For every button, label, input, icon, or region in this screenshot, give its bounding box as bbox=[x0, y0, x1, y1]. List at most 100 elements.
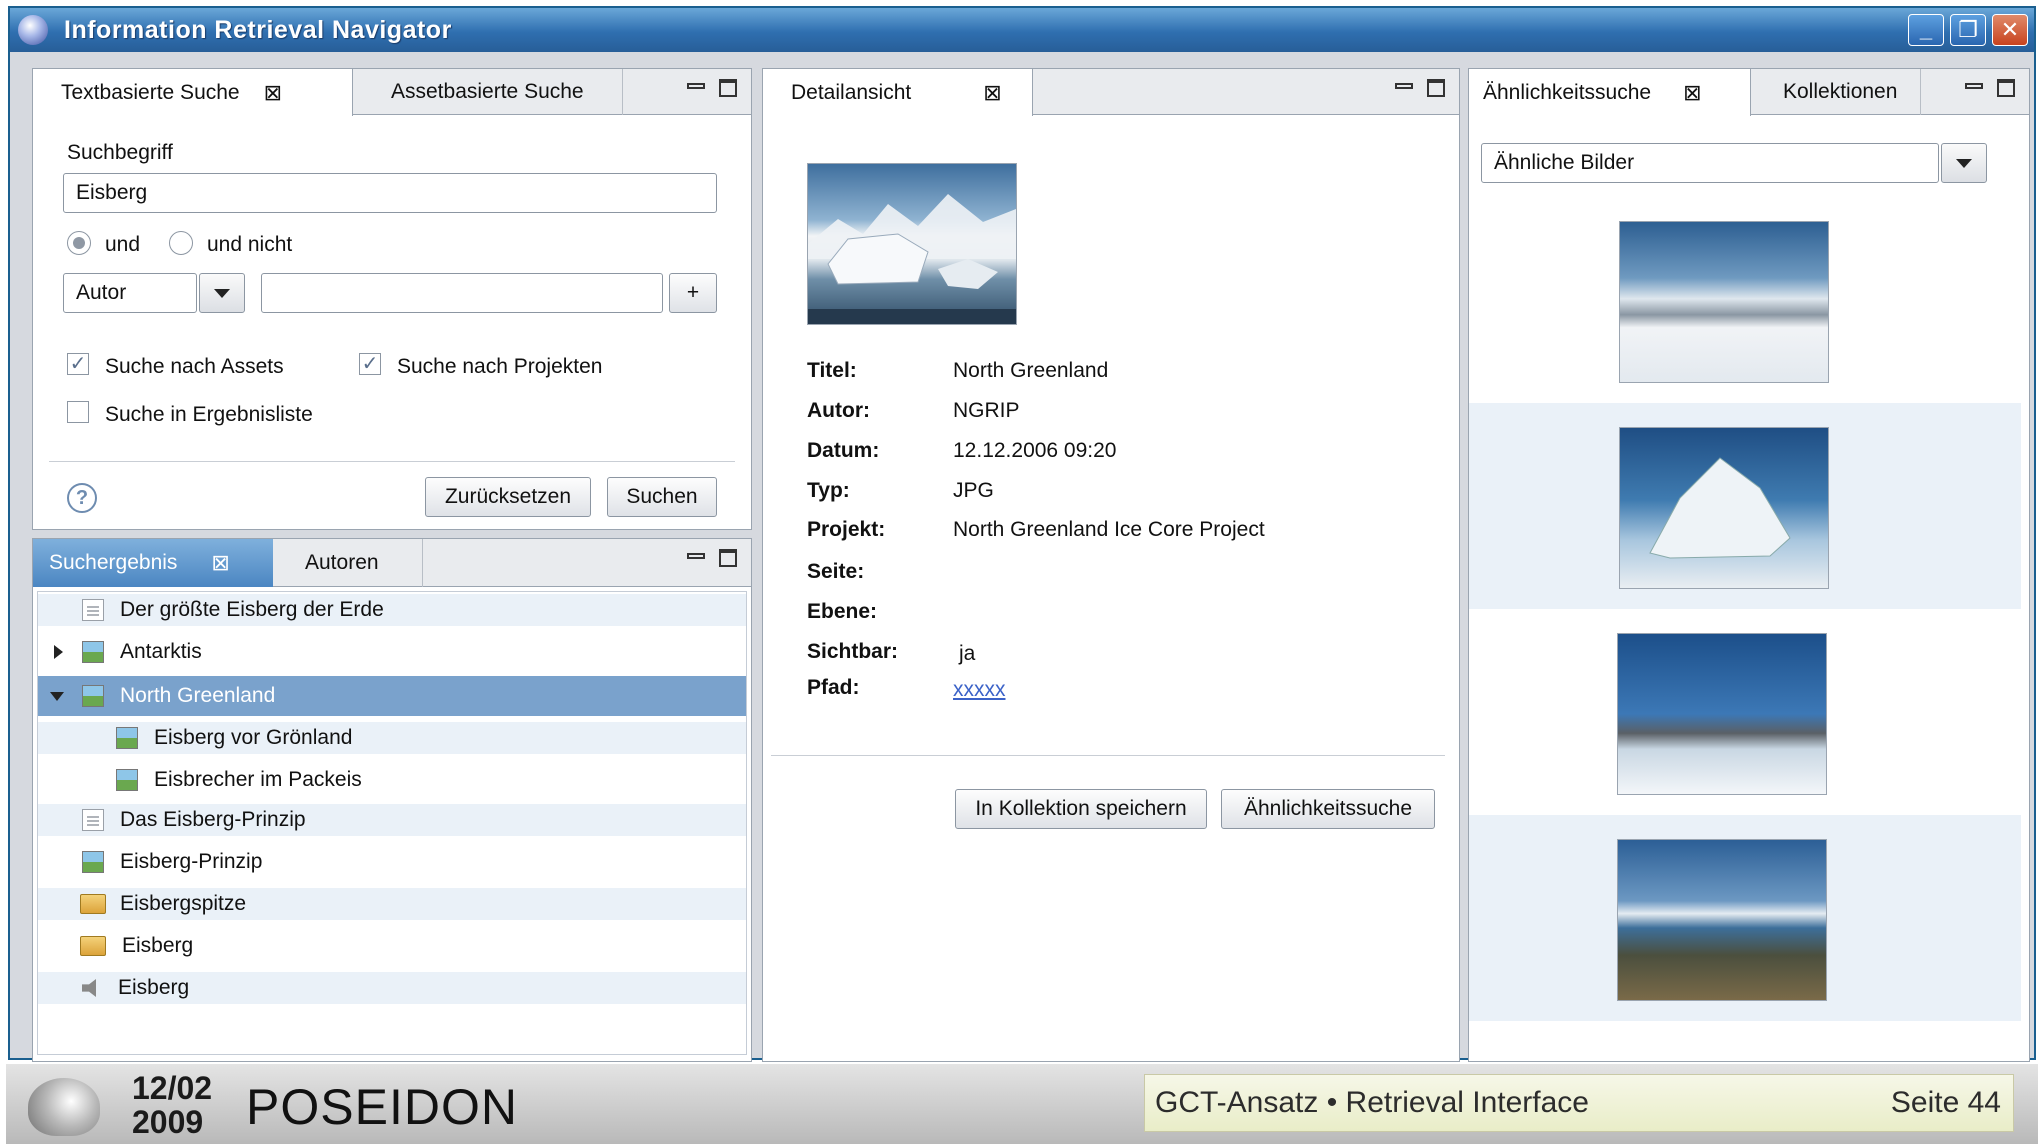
similar-image-3[interactable] bbox=[1617, 633, 1827, 795]
preview-image bbox=[807, 163, 1017, 325]
tab-text-search[interactable]: Textbasierte Suche ⊠ bbox=[33, 69, 353, 116]
tab-close-icon[interactable]: ⊠ bbox=[983, 80, 1001, 106]
similar-row bbox=[1469, 197, 2021, 403]
footer-date-line1: 12/02 bbox=[132, 1070, 213, 1106]
detail-key: Ebene: bbox=[807, 600, 878, 623]
minimize-pane-icon[interactable] bbox=[1395, 83, 1413, 89]
tab-search-result-label: Suchergebnis bbox=[49, 551, 178, 574]
maximize-pane-icon[interactable] bbox=[719, 79, 737, 97]
tree-row[interactable]: Das Eisberg-Prinzip bbox=[38, 804, 746, 836]
similar-image-1[interactable] bbox=[1619, 221, 1829, 383]
detail-key: Sichtbar: bbox=[807, 640, 899, 663]
minimize-button[interactable]: _ bbox=[1908, 14, 1944, 46]
detail-type-value: JPG bbox=[953, 479, 994, 502]
tab-detail-view-label: Detailansicht bbox=[791, 80, 912, 104]
similarity-mode-dropdown[interactable] bbox=[1941, 143, 1987, 183]
image-icon bbox=[116, 727, 138, 749]
similarity-tabbar: Ähnlichkeitssuche ⊠ Kollektionen bbox=[1469, 69, 2029, 116]
detail-key: Autor: bbox=[807, 399, 870, 422]
detail-key: Seite: bbox=[807, 560, 865, 583]
check-assets[interactable]: ✓ bbox=[67, 353, 89, 375]
tree-row[interactable]: Eisberg vor Grönland bbox=[38, 722, 746, 754]
tab-close-icon[interactable]: ⊠ bbox=[264, 80, 282, 106]
tree-row[interactable]: Eisberg bbox=[38, 972, 746, 1004]
radio-and-not-label: und nicht bbox=[207, 233, 293, 256]
search-button[interactable]: Suchen bbox=[607, 477, 717, 517]
check-results-label: Suche in Ergebnisliste bbox=[105, 403, 313, 426]
tab-text-search-label: Textbasierte Suche bbox=[61, 80, 240, 104]
collapse-icon[interactable] bbox=[50, 691, 64, 701]
detail-path-link[interactable]: xxxxx bbox=[953, 678, 1006, 702]
restore-icon: ❐ bbox=[1958, 17, 1978, 42]
check-results[interactable] bbox=[67, 401, 89, 423]
radio-and[interactable] bbox=[67, 231, 91, 255]
add-criterion-button[interactable]: + bbox=[669, 273, 717, 313]
tree-row[interactable]: Antarktis bbox=[38, 636, 746, 668]
tab-asset-search-label: Assetbasierte Suche bbox=[391, 80, 584, 103]
search-panel: Textbasierte Suche ⊠ Assetbasierte Suche… bbox=[32, 68, 752, 530]
detail-title-value: North Greenland bbox=[953, 359, 1109, 382]
image-icon bbox=[82, 851, 104, 873]
tree-item-label: Eisbergspitze bbox=[120, 892, 247, 915]
help-icon[interactable]: ? bbox=[67, 483, 97, 513]
tree-row[interactable]: Eisberg-Prinzip bbox=[38, 846, 746, 878]
close-icon: ✕ bbox=[2000, 17, 2020, 42]
save-to-collection-button[interactable]: In Kollektion speichern bbox=[955, 789, 1207, 829]
minimize-pane-icon[interactable] bbox=[1965, 83, 1983, 89]
expand-icon[interactable] bbox=[54, 645, 63, 659]
maximize-pane-icon[interactable] bbox=[719, 549, 737, 567]
minimize-pane-icon[interactable] bbox=[687, 553, 705, 559]
similar-image-2[interactable] bbox=[1619, 427, 1829, 589]
tree-row[interactable]: Der größte Eisberg der Erde bbox=[38, 594, 746, 626]
tab-collections[interactable]: Kollektionen bbox=[1751, 69, 1921, 115]
tree-item-label: Eisberg bbox=[118, 976, 190, 999]
detail-key: Datum: bbox=[807, 439, 880, 462]
tree-row-selected[interactable]: North Greenland bbox=[38, 676, 746, 716]
similar-row bbox=[1469, 815, 2021, 1021]
close-button[interactable]: ✕ bbox=[1992, 14, 2028, 46]
similarity-mode-select[interactable]: Ähnliche Bilder bbox=[1481, 143, 1939, 183]
project-folder-icon bbox=[80, 936, 106, 956]
similarity-search-button[interactable]: Ähnlichkeitssuche bbox=[1221, 789, 1435, 829]
radio-and-not[interactable] bbox=[169, 231, 193, 255]
search-input[interactable]: Eisberg bbox=[63, 173, 717, 213]
tree-item-label: Eisberg-Prinzip bbox=[120, 850, 263, 873]
tab-similarity-search[interactable]: Ähnlichkeitssuche ⊠ bbox=[1469, 69, 1751, 116]
field-select[interactable]: Autor bbox=[63, 273, 197, 313]
minimize-pane-icon[interactable] bbox=[687, 83, 705, 89]
tab-collections-label: Kollektionen bbox=[1783, 80, 1898, 103]
maximize-pane-icon[interactable] bbox=[1427, 79, 1445, 97]
tab-close-icon[interactable]: ⊠ bbox=[1683, 80, 1701, 106]
field-value-input[interactable] bbox=[261, 273, 663, 313]
footer-page-number: Seite 44 bbox=[1890, 1086, 2001, 1119]
tab-authors[interactable]: Autoren bbox=[273, 539, 423, 587]
results-tabbar: Suchergebnis ⊠ Autoren bbox=[33, 539, 751, 587]
project-folder-icon bbox=[80, 894, 106, 914]
app-globe-icon bbox=[18, 15, 48, 45]
footer-info-bar: GCT-Ansatz • Retrieval Interface Seite 4… bbox=[1144, 1074, 2014, 1132]
tab-close-icon[interactable]: ⊠ bbox=[211, 550, 229, 576]
similar-image-4[interactable] bbox=[1617, 839, 1827, 1001]
reset-button[interactable]: Zurücksetzen bbox=[425, 477, 591, 517]
similar-row bbox=[1469, 609, 2021, 815]
tab-asset-search[interactable]: Assetbasierte Suche bbox=[353, 69, 623, 115]
detail-date-value: 12.12.2006 09:20 bbox=[953, 439, 1117, 462]
check-projects[interactable]: ✓ bbox=[359, 353, 381, 375]
tab-search-result[interactable]: Suchergebnis ⊠ bbox=[33, 539, 273, 587]
restore-button[interactable]: ❐ bbox=[1950, 14, 1986, 46]
tree-item-label: Eisberg bbox=[122, 934, 194, 957]
tree-row[interactable]: Eisbrecher im Packeis bbox=[38, 764, 746, 796]
poseidon-logo-icon bbox=[28, 1078, 100, 1136]
audio-icon bbox=[82, 979, 96, 997]
field-select-dropdown[interactable] bbox=[199, 273, 245, 313]
detail-key: Pfad: bbox=[807, 676, 860, 699]
tree-row[interactable]: Eisbergspitze bbox=[38, 888, 746, 920]
footer-subtitle: GCT-Ansatz • Retrieval Interface bbox=[1155, 1086, 1589, 1119]
image-icon bbox=[82, 641, 104, 663]
detail-visible-value: ja bbox=[959, 642, 976, 665]
tree-row[interactable]: Eisberg bbox=[38, 930, 746, 962]
check-assets-label: Suche nach Assets bbox=[105, 355, 284, 378]
tree-item-label: Eisbrecher im Packeis bbox=[154, 768, 362, 791]
tab-detail-view[interactable]: Detailansicht ⊠ bbox=[763, 69, 1033, 116]
maximize-pane-icon[interactable] bbox=[1997, 79, 2015, 97]
